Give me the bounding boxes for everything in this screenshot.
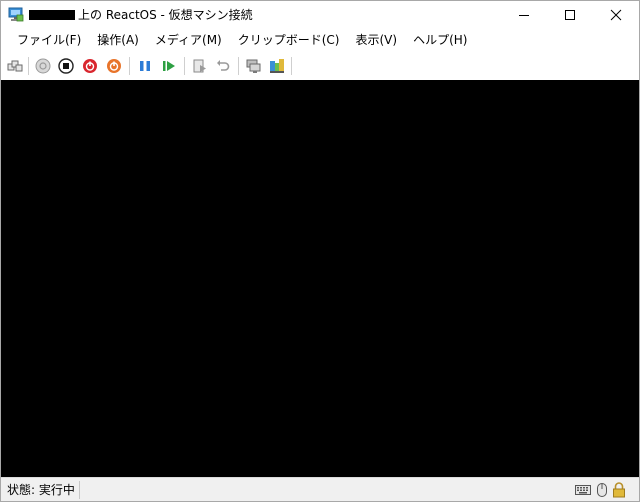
maximize-icon bbox=[565, 10, 575, 20]
resume-button[interactable] bbox=[160, 57, 178, 75]
ctrl-alt-del-button[interactable] bbox=[6, 57, 24, 75]
power-button[interactable] bbox=[105, 57, 123, 75]
menu-file[interactable]: ファイル(F) bbox=[9, 29, 89, 51]
enhanced-session-icon bbox=[246, 59, 261, 73]
toolbar-separator bbox=[28, 57, 29, 75]
status-separator bbox=[79, 481, 80, 499]
turn-off-icon bbox=[58, 58, 74, 74]
start-button[interactable] bbox=[34, 57, 52, 75]
revert-icon bbox=[217, 60, 230, 71]
menu-view[interactable]: 表示(V) bbox=[348, 29, 406, 51]
start-icon bbox=[35, 58, 51, 74]
close-button[interactable] bbox=[593, 1, 639, 29]
close-icon bbox=[610, 9, 622, 21]
mouse-icon bbox=[594, 482, 610, 498]
vm-display-area[interactable] bbox=[1, 80, 639, 477]
menu-clipboard[interactable]: クリップボード(C) bbox=[230, 29, 348, 51]
checkpoint-button[interactable] bbox=[191, 57, 209, 75]
minimize-button[interactable] bbox=[501, 1, 547, 29]
revert-button[interactable] bbox=[214, 57, 232, 75]
pause-icon bbox=[140, 61, 150, 71]
share-icon bbox=[270, 59, 284, 73]
keyboard-icon bbox=[575, 482, 591, 498]
toolbar-separator bbox=[184, 57, 185, 75]
menu-media[interactable]: メディア(M) bbox=[147, 29, 230, 51]
maximize-button[interactable] bbox=[547, 1, 593, 29]
ctrl-alt-del-icon bbox=[7, 60, 23, 72]
share-button[interactable] bbox=[268, 57, 286, 75]
vm-connection-app-icon bbox=[8, 7, 24, 23]
title-bar[interactable]: 上の ReactOS - 仮想マシン接続 bbox=[1, 1, 639, 29]
turn-off-button[interactable] bbox=[57, 57, 75, 75]
checkpoint-icon bbox=[193, 59, 206, 73]
toolbar-separator bbox=[129, 57, 130, 75]
toolbar bbox=[1, 53, 639, 79]
redacted-host-name bbox=[29, 10, 75, 20]
shut-down-icon bbox=[83, 59, 97, 73]
menu-action[interactable]: 操作(A) bbox=[89, 29, 147, 51]
status-bar: 状態: 実行中 bbox=[1, 477, 639, 501]
shut-down-button[interactable] bbox=[81, 57, 99, 75]
vm-connection-window: 上の ReactOS - 仮想マシン接続 ファイル(F) 操作(A) メディア(… bbox=[0, 0, 640, 502]
power-icon bbox=[107, 59, 121, 73]
menu-help[interactable]: ヘルプ(H) bbox=[405, 29, 475, 51]
pause-button[interactable] bbox=[136, 57, 154, 75]
toolbar-separator bbox=[291, 57, 292, 75]
lock-icon bbox=[611, 482, 627, 498]
toolbar-separator bbox=[238, 57, 239, 75]
enhanced-session-button[interactable] bbox=[245, 57, 263, 75]
window-title: 上の ReactOS - 仮想マシン接続 bbox=[78, 8, 253, 22]
resume-icon bbox=[163, 61, 175, 71]
menu-bar: ファイル(F) 操作(A) メディア(M) クリップボード(C) 表示(V) ヘ… bbox=[1, 29, 639, 51]
status-text: 状態: 実行中 bbox=[7, 483, 75, 497]
minimize-icon bbox=[519, 15, 529, 16]
